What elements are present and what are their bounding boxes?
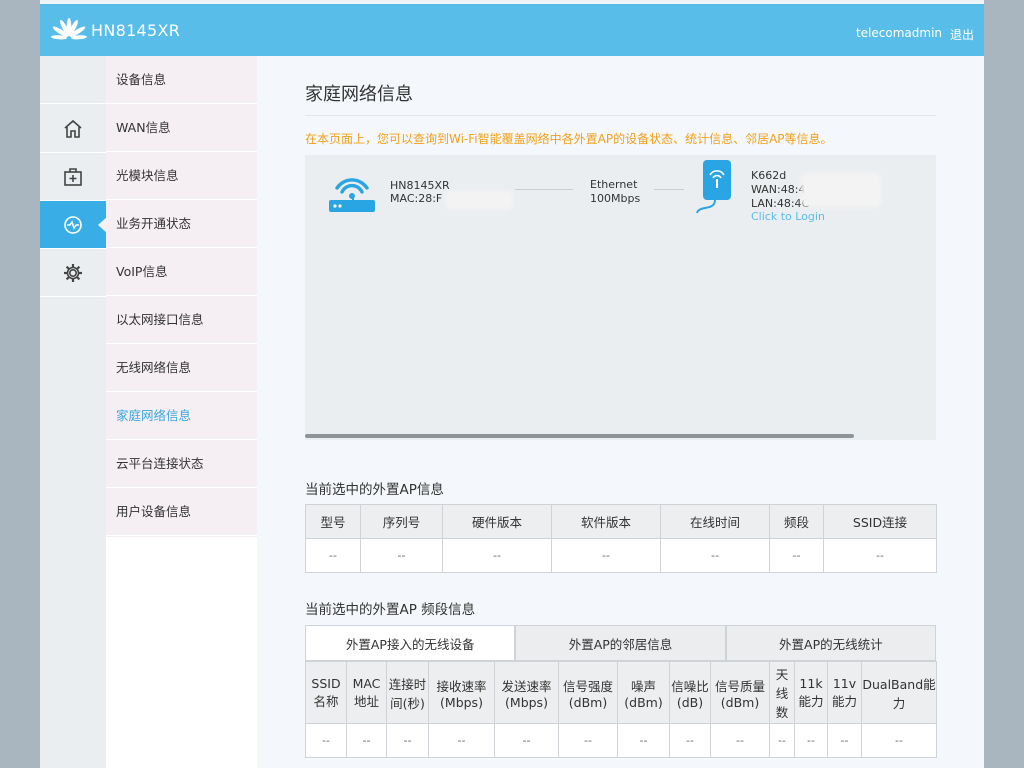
huawei-logo-icon [51, 18, 87, 40]
submenu-user-devices[interactable]: 用户设备信息 [106, 488, 257, 536]
ap-cell: -- [769, 538, 824, 573]
band-cell: -- [794, 723, 828, 758]
band-header-quality: 信号质量(dBm) [710, 661, 770, 724]
band-header-11k: 11k能力 [794, 661, 828, 724]
ap-cell: -- [551, 538, 661, 573]
ap-mac-redaction [801, 173, 881, 207]
submenu-home-network[interactable]: 家庭网络信息 [106, 392, 257, 440]
ap-cell: -- [305, 538, 361, 573]
header-bar: HN8145XR telecomadmin 退出 [40, 4, 984, 56]
band-cell: -- [346, 723, 387, 758]
ap-cell: -- [360, 538, 443, 573]
band-header-signal: 信号强度(dBm) [558, 661, 618, 724]
page-title: 家庭网络信息 [305, 84, 413, 105]
submenu-cloud-status[interactable]: 云平台连接状态 [106, 440, 257, 488]
ap-header-ssid: SSID连接 [823, 504, 937, 539]
gateway-router-icon[interactable] [327, 165, 377, 215]
band-info-table: SSID名称 MAC地址 连接时间(秒) 接收速率(Mbps) 发送速率(Mbp… [305, 661, 937, 758]
band-header-noise: 噪声(dBm) [617, 661, 670, 724]
band-header-dualband: DualBand能力 [861, 661, 937, 724]
ap-name: K662d [751, 169, 787, 182]
topology-scrollbar[interactable] [305, 434, 854, 438]
username-label: telecomadmin [856, 26, 943, 40]
submenu-service-status[interactable]: 业务开通状态 [106, 200, 257, 248]
topology-panel: HN8145XR MAC:28:F Ethernet 100Mbps K662d… [305, 155, 936, 440]
nav-diagnose[interactable] [40, 153, 106, 201]
ap-header-online-time: 在线时间 [660, 504, 770, 539]
ap-info-title: 当前选中的外置AP信息 [305, 482, 444, 498]
submenu-wlan-info[interactable]: 无线网络信息 [106, 344, 257, 392]
ap-cell: -- [442, 538, 552, 573]
ap-cell: -- [823, 538, 937, 573]
tab-wireless-clients[interactable]: 外置AP接入的无线设备 [305, 625, 516, 661]
band-header-tx-rate: 发送速率(Mbps) [494, 661, 559, 724]
icon-sidebar [40, 56, 107, 768]
band-header-11v: 11v能力 [827, 661, 862, 724]
band-cell: -- [827, 723, 862, 758]
ap-info-header-row: 型号 序列号 硬件版本 软件版本 在线时间 频段 SSID连接 [305, 504, 937, 539]
ap-header-hw-version: 硬件版本 [442, 504, 552, 539]
link-type: Ethernet [590, 178, 638, 191]
band-header-snr: 信噪比(dB) [669, 661, 711, 724]
nav-blank [40, 56, 106, 104]
submenu-wan-info[interactable]: WAN信息 [106, 104, 257, 152]
band-cell: -- [769, 723, 795, 758]
band-header-antennas: 天线数 [769, 661, 795, 724]
link-speed: 100Mbps [590, 192, 641, 205]
ap-cell: -- [660, 538, 770, 573]
gear-icon [64, 263, 82, 282]
band-info-title: 当前选中的外置AP 频段信息 [305, 602, 476, 618]
band-header-ssid: SSID名称 [305, 661, 347, 724]
main-content: 家庭网络信息 在本页面上，您可以查询到Wi-Fi智能覆盖网络中各外置AP的设备状… [257, 56, 984, 768]
nav-settings[interactable] [40, 249, 106, 297]
submenu-device-info[interactable]: 设备信息 [106, 56, 257, 104]
band-header-row: SSID名称 MAC地址 连接时间(秒) 接收速率(Mbps) 发送速率(Mbp… [305, 661, 937, 724]
nav-status[interactable] [40, 201, 107, 249]
status-submenu: 设备信息 WAN信息 光模块信息 业务开通状态 VoIP信息 以太网接口信息 无… [106, 56, 257, 537]
band-header-rx-rate: 接收速率(Mbps) [428, 661, 495, 724]
band-header-conn-time: 连接时间(秒) [386, 661, 429, 724]
access-point-icon[interactable] [693, 159, 733, 217]
band-cell: -- [305, 723, 347, 758]
ap-header-band: 频段 [769, 504, 824, 539]
gateway-name: HN8145XR [390, 179, 450, 192]
table-row: -- -- -- -- -- -- -- [305, 538, 937, 573]
mac-redaction [445, 191, 513, 209]
home-icon [64, 119, 82, 138]
ap-login-link[interactable]: Click to Login [751, 210, 825, 223]
logout-link[interactable]: 退出 [950, 26, 974, 43]
link-line-right [654, 189, 684, 190]
first-aid-kit-icon [64, 167, 82, 186]
ap-header-serial: 序列号 [360, 504, 443, 539]
router-admin-frame: HN8145XR telecomadmin 退出 设备信息 WAN信息 光模块信… [40, 0, 984, 768]
tab-neighbor-info[interactable]: 外置AP的邻居信息 [515, 625, 726, 661]
band-cell: -- [861, 723, 937, 758]
submenu-voip-info[interactable]: VoIP信息 [106, 248, 257, 296]
band-info-tabs: 外置AP接入的无线设备 外置AP的邻居信息 外置AP的无线统计 [305, 625, 936, 661]
submenu-ethernet-info[interactable]: 以太网接口信息 [106, 296, 257, 344]
ap-header-sw-version: 软件版本 [551, 504, 661, 539]
band-cell: -- [494, 723, 559, 758]
ap-header-model: 型号 [305, 504, 361, 539]
tab-wireless-stats[interactable]: 外置AP的无线统计 [725, 625, 936, 661]
table-row: -- -- -- -- -- -- -- -- -- -- -- -- -- [305, 723, 937, 758]
band-cell: -- [428, 723, 495, 758]
band-cell: -- [617, 723, 670, 758]
band-header-mac: MAC地址 [346, 661, 387, 724]
page-notice: 在本页面上，您可以查询到Wi-Fi智能覆盖网络中各外置AP的设备状态、统计信息、… [305, 132, 833, 146]
link-line-left [515, 189, 573, 190]
band-cell: -- [669, 723, 711, 758]
nav-home[interactable] [40, 105, 106, 153]
submenu-optical-info[interactable]: 光模块信息 [106, 152, 257, 200]
device-model-title: HN8145XR [91, 21, 181, 40]
band-cell: -- [710, 723, 770, 758]
band-cell: -- [558, 723, 618, 758]
ap-info-table: 型号 序列号 硬件版本 软件版本 在线时间 频段 SSID连接 -- -- --… [305, 504, 937, 573]
gateway-mac: MAC:28:F [390, 192, 443, 205]
title-divider [305, 115, 936, 116]
band-cell: -- [386, 723, 429, 758]
monitor-status-icon [64, 215, 82, 234]
